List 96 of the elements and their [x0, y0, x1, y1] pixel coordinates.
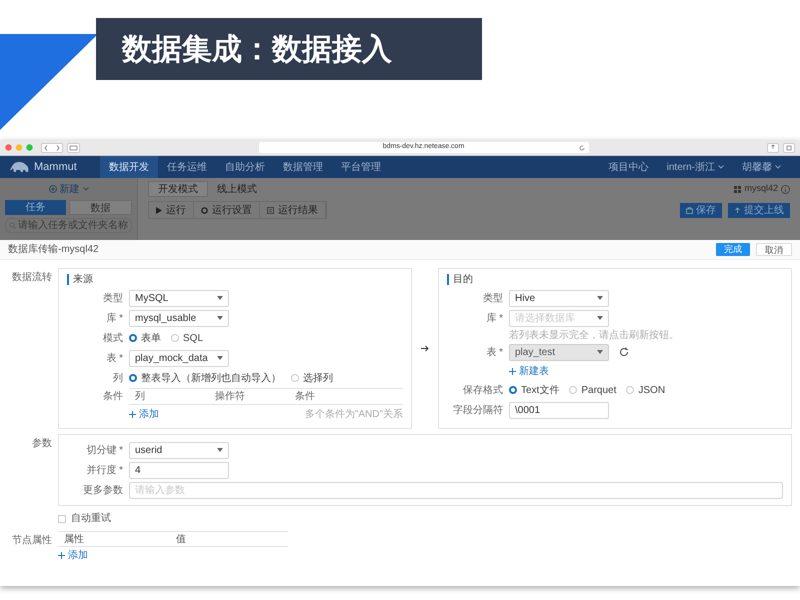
field-label: 字段分隔符	[452, 404, 503, 418]
select-field[interactable]: MySQL	[129, 290, 229, 306]
plus-circle-icon	[48, 185, 56, 193]
section-label: 参数	[31, 436, 52, 451]
section-label: 数据流转	[11, 270, 52, 285]
field-label: 更多参数	[82, 484, 123, 498]
column-header: 条件	[294, 390, 316, 404]
field-label: 库 *	[485, 312, 503, 326]
plus-icon	[58, 552, 65, 558]
bag-icon	[686, 206, 693, 214]
field-label: 表 *	[105, 352, 123, 366]
nav-tab[interactable]: 任务运维	[158, 156, 216, 178]
dialog-button[interactable]: 取消	[756, 243, 792, 256]
field-label: 表 *	[485, 346, 503, 360]
elephant-logo-icon	[10, 160, 30, 174]
slide-title: 数据集成：数据接入	[122, 32, 392, 68]
nav-tab[interactable]: 数据开发	[100, 156, 158, 178]
sidebar-icon[interactable]	[67, 142, 80, 152]
info-icon[interactable]	[781, 184, 790, 194]
arrow-right-icon	[421, 345, 429, 352]
search-icon	[9, 222, 16, 229]
field-label: 类型	[102, 292, 123, 306]
column-header: 属性	[63, 532, 85, 546]
hint-text: 若列表未显示完全，请点击刷新按钮。	[509, 328, 679, 342]
panel-title: 目的	[447, 274, 473, 285]
radio-option[interactable]: Text文件	[509, 382, 560, 398]
field-label: 模式	[102, 332, 123, 346]
caret-icon	[217, 316, 223, 320]
chevron-down-icon	[718, 165, 724, 169]
caret-icon	[217, 356, 223, 360]
caret-icon	[597, 296, 603, 300]
sidebar-tab[interactable]: 任务	[5, 200, 66, 215]
field-label: 库 *	[105, 312, 123, 326]
upload-icon	[734, 206, 741, 214]
field-label: 并行度 *	[85, 464, 123, 478]
text-input[interactable]: 4	[129, 462, 229, 478]
play-icon	[156, 206, 162, 214]
circle-icon	[201, 206, 208, 214]
nav-tab[interactable]: 平台管理	[332, 156, 390, 178]
modal-title: 数据库传输-mysql42	[8, 242, 99, 257]
chevron-down-icon	[82, 187, 88, 191]
panel-title: 来源	[67, 274, 93, 285]
list-icon	[267, 206, 274, 214]
chevron-down-icon	[775, 165, 781, 169]
radio-option[interactable]: JSON	[626, 382, 666, 398]
select-field[interactable]: userid	[129, 442, 229, 458]
caret-icon	[217, 296, 223, 300]
section-label: 节点属性	[11, 534, 52, 548]
text-input[interactable]: \0001	[509, 402, 609, 418]
plus-icon	[129, 410, 136, 418]
mode-tab[interactable]: 开发模式	[148, 181, 208, 197]
select-field[interactable]: Hive	[509, 290, 609, 306]
action-button[interactable]: 提交上线	[728, 202, 790, 218]
field-label: 保存格式	[462, 384, 503, 398]
caret-icon	[597, 350, 603, 354]
nav-tab[interactable]: 自助分析	[216, 156, 274, 178]
header-menu[interactable]: 项目中心	[600, 160, 658, 174]
select-field[interactable]: play_mock_data	[129, 350, 229, 366]
nav-tab[interactable]: 数据管理	[274, 156, 332, 178]
toolbar-button[interactable]: 运行设置	[194, 202, 260, 218]
back-forward-icon[interactable]	[41, 142, 63, 152]
plus-icon	[509, 368, 516, 374]
caret-icon	[597, 316, 603, 320]
add-link[interactable]: 添加	[58, 547, 88, 563]
toolbar-button[interactable]: 运行	[149, 202, 194, 218]
tabs-icon[interactable]	[783, 142, 795, 152]
header-menu[interactable]: intern-浙江	[658, 160, 733, 174]
field-label: 类型	[482, 292, 503, 306]
note-text: 多个条件为"AND"关系	[304, 408, 403, 422]
task-name: mysql42	[744, 182, 778, 196]
dialog-button[interactable]: 完成	[716, 243, 750, 256]
header-menu[interactable]: 胡馨馨	[733, 160, 790, 174]
field-label: 条件	[102, 390, 123, 404]
field-label: 切分键 *	[85, 444, 123, 458]
mode-tab[interactable]: 线上模式	[208, 181, 266, 197]
caret-icon	[217, 448, 223, 452]
action-button[interactable]: 保存	[680, 202, 722, 218]
column-header: 操作符	[214, 390, 246, 404]
reload-icon[interactable]	[578, 144, 584, 150]
field-label: 列	[112, 372, 123, 386]
sidebar-tab[interactable]: 数据	[69, 200, 132, 215]
column-header: 列	[134, 390, 146, 404]
column-header: 值	[175, 532, 187, 546]
new-table-link[interactable]: 新建表	[509, 364, 549, 378]
share-icon[interactable]	[767, 142, 779, 152]
radio-option[interactable]: 整表导入（新增列也自动导入）	[129, 370, 281, 386]
grid-icon	[734, 186, 742, 192]
auto-retry-checkbox[interactable]: 自动重试	[58, 511, 111, 526]
radio-option[interactable]: SQL	[171, 330, 204, 346]
radio-option[interactable]: 表单	[129, 330, 161, 346]
app-name: Mammut	[34, 160, 77, 175]
add-link[interactable]: 添加	[129, 406, 159, 422]
radio-option[interactable]: Parquet	[569, 382, 616, 398]
toolbar-button[interactable]: 运行结果	[260, 202, 326, 218]
select-field[interactable]: mysql_usable	[129, 310, 229, 326]
radio-option[interactable]: 选择列	[291, 370, 333, 386]
